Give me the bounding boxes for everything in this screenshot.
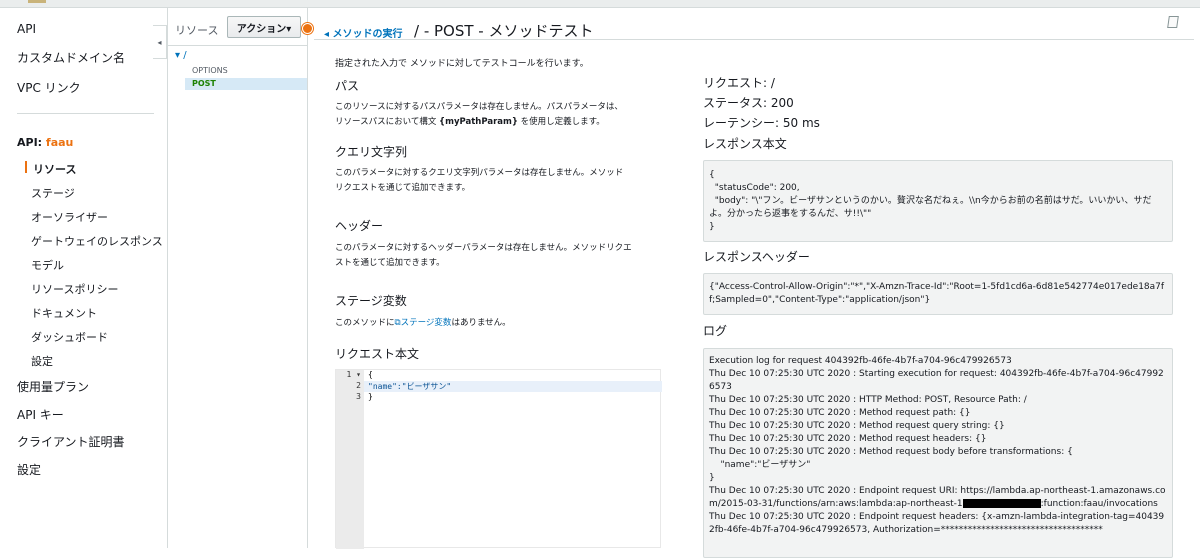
nav-item-gateway-responses[interactable]: ゲートウェイのレスポンス bbox=[31, 233, 163, 249]
nav-item-api[interactable]: API bbox=[17, 22, 36, 36]
collapse-nav-icon[interactable]: ◂ bbox=[153, 25, 167, 59]
request-path-label: リクエスト: / bbox=[703, 76, 775, 90]
tree-node-post[interactable]: POST bbox=[185, 78, 307, 90]
redacted-account-id bbox=[962, 499, 1041, 508]
logs-heading: ログ bbox=[703, 324, 728, 338]
log-text: Execution log for request 404392fb-46fe-… bbox=[709, 356, 1166, 509]
path-desc-line1: このリソースに対するパスパラメータは存在しません。パスパラメータは、 bbox=[335, 102, 623, 112]
nav-item-documentation[interactable]: ドキュメント bbox=[31, 305, 97, 321]
tree-node-options[interactable]: OPTIONS bbox=[192, 66, 228, 75]
response-body-box[interactable]: { "statusCode": 200, "body": "\"フン。ビーザサン… bbox=[703, 160, 1173, 242]
resource-tree-panel: リソース アクション▾ ▾ / OPTIONS POST bbox=[168, 8, 308, 548]
query-heading: クエリ文字列 bbox=[335, 145, 408, 159]
path-desc-line2: リソースパスにおいて構文 {myPathParam} を使用し定義します。 bbox=[335, 115, 665, 130]
path-desc-text: リソースパスにおいて構文 bbox=[335, 117, 440, 127]
api-prefix: API: bbox=[17, 136, 43, 149]
status-label: ステータス: 200 bbox=[703, 96, 794, 110]
stage-variables-heading: ステージ変数 bbox=[335, 294, 407, 308]
resource-tree-title: リソース bbox=[175, 24, 219, 37]
intro-text: 指定された入力で メソッドに対してテストコールを行います。 bbox=[335, 59, 589, 69]
line-number: 2 bbox=[356, 381, 361, 390]
tree-node-root[interactable]: ▾ / bbox=[175, 50, 187, 61]
request-body-editor[interactable]: 1 ▾ 2 3 { "name":"ビーザサン" } bbox=[335, 369, 662, 549]
stage-variables-link[interactable]: ステージ変数 bbox=[401, 318, 452, 328]
page-title: / - POST - メソッドテスト bbox=[414, 22, 594, 40]
nav-item-api-settings[interactable]: 設定 bbox=[31, 353, 53, 369]
request-body-heading: リクエスト本文 bbox=[335, 347, 420, 361]
nav-item-settings[interactable]: 設定 bbox=[17, 461, 41, 478]
nav-api-label: API: faau bbox=[17, 136, 73, 149]
nav-item-authorizers[interactable]: オーソライザー bbox=[31, 209, 108, 225]
code-line: } bbox=[368, 392, 373, 401]
latency-label: レーテンシー: 50 ms bbox=[703, 116, 820, 130]
nav-item-api-keys[interactable]: API キー bbox=[17, 406, 64, 423]
nav-item-custom-domain[interactable]: カスタムドメイン名 bbox=[17, 49, 125, 66]
method-execution-back-link[interactable]: ◂ メソッドの実行 bbox=[324, 25, 403, 40]
api-name[interactable]: faau bbox=[46, 136, 73, 149]
path-description: このリソースに対するパスパラメータは存在しません。パスパラメータは、 リソースパ… bbox=[335, 100, 665, 130]
actions-dropdown-button[interactable]: アクション▾ bbox=[227, 16, 301, 38]
sidebar-nav: API カスタムドメイン名 VPC リンク API: faau リソース ステー… bbox=[0, 8, 168, 548]
nav-item-resources[interactable]: リソース bbox=[33, 161, 76, 177]
nav-item-resource-policy[interactable]: リソースポリシー bbox=[31, 281, 118, 297]
headers-description: このパラメータに対するヘッダーパラメータは存在しません。メソッドリクエ ストを通… bbox=[335, 241, 665, 271]
response-headers-box[interactable]: {"Access-Control-Allow-Origin":"*","X-Am… bbox=[703, 273, 1173, 315]
stage-desc-text-end: はありません。 bbox=[451, 318, 511, 328]
logs-box[interactable]: Execution log for request 404392fb-46fe-… bbox=[703, 348, 1173, 558]
notification-dot-icon[interactable] bbox=[302, 23, 313, 34]
path-syntax: {myPathParam} bbox=[439, 117, 518, 127]
stage-desc-text: このメソッドに bbox=[335, 318, 395, 328]
response-body-heading: レスポンス本文 bbox=[703, 137, 787, 151]
editor-code[interactable]: { "name":"ビーザサン" } bbox=[364, 370, 662, 403]
path-desc-text-end: を使用し定義します。 bbox=[517, 117, 605, 127]
headers-heading: ヘッダー bbox=[335, 219, 384, 233]
line-number[interactable]: 1 ▾ bbox=[336, 370, 364, 381]
code-line: { bbox=[368, 370, 373, 379]
tree-node-post-label: POST bbox=[192, 79, 216, 88]
editor-gutter: 1 ▾ 2 3 bbox=[336, 370, 364, 549]
main-header: ◂ メソッドの実行 / - POST - メソッドテスト bbox=[314, 8, 1194, 40]
headers-desc-line1: このパラメータに対するヘッダーパラメータは存在しません。メソッドリクエ bbox=[335, 243, 632, 253]
line-number: 3 bbox=[356, 392, 361, 401]
code-line: "name":"ビーザサン" bbox=[364, 381, 662, 392]
stage-variables-description: このメソッドに⧉ステージ変数はありません。 bbox=[335, 316, 665, 331]
nav-divider bbox=[17, 113, 154, 114]
nav-item-usage-plans[interactable]: 使用量プラン bbox=[17, 378, 89, 395]
query-desc-line1: このパラメータに対するクエリ文字列パラメータは存在しません。メソッド bbox=[335, 168, 624, 178]
nav-item-dashboard[interactable]: ダッシュボード bbox=[31, 329, 108, 345]
nav-item-models[interactable]: モデル bbox=[31, 257, 64, 273]
console-top-bar bbox=[0, 0, 1200, 8]
nav-item-client-certificates[interactable]: クライアント証明書 bbox=[17, 433, 125, 450]
path-heading: パス bbox=[335, 79, 360, 93]
active-indicator bbox=[25, 161, 27, 173]
aws-logo[interactable] bbox=[28, 0, 46, 3]
book-icon[interactable] bbox=[1167, 16, 1179, 28]
headers-desc-line2: ストを通じて追加できます。 bbox=[335, 258, 445, 268]
query-desc-line2: リクエストを通じて追加できます。 bbox=[335, 183, 471, 193]
query-description: このパラメータに対するクエリ文字列パラメータは存在しません。メソッド リクエスト… bbox=[335, 166, 665, 196]
nav-item-stages[interactable]: ステージ bbox=[31, 185, 75, 201]
resource-tree-header: リソース アクション▾ bbox=[168, 8, 308, 46]
response-headers-heading: レスポンスヘッダー bbox=[703, 250, 810, 264]
nav-item-vpc-link[interactable]: VPC リンク bbox=[17, 79, 81, 96]
